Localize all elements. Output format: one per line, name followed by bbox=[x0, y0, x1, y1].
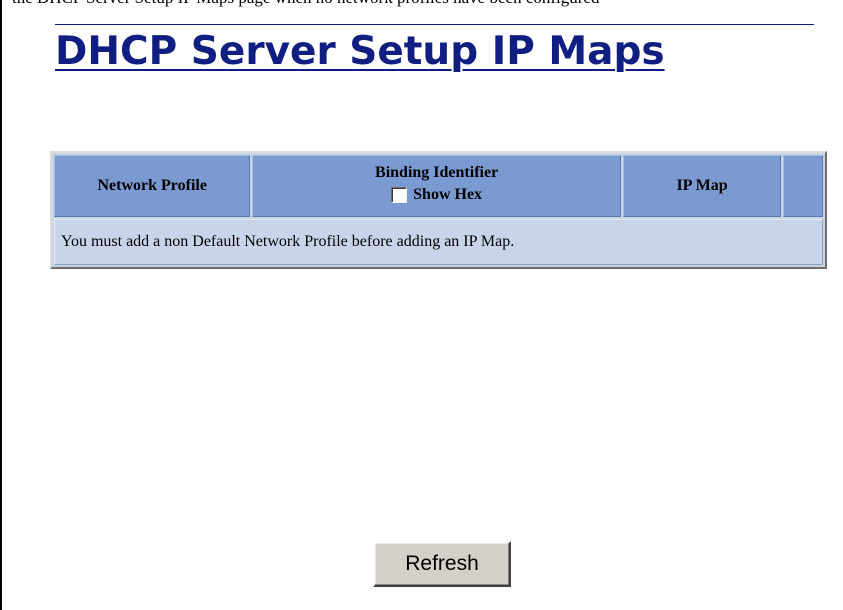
show-hex-label: Show Hex bbox=[413, 186, 483, 203]
no-profile-message: You must add a non Default Network Profi… bbox=[54, 219, 823, 265]
page: the DHCP Server Setup IP Maps page when … bbox=[0, 0, 843, 610]
title-rule bbox=[55, 24, 814, 25]
ip-map-table: Network Profile Binding Identifier Show … bbox=[50, 151, 827, 269]
header-binding-identifier: Binding Identifier Show Hex bbox=[252, 155, 621, 217]
header-ip-map: IP Map bbox=[622, 155, 782, 217]
table-header-row: Network Profile Binding Identifier Show … bbox=[54, 155, 823, 217]
top-text-strip: the DHCP Server Setup IP Maps page when … bbox=[2, 0, 843, 9]
header-network-profile: Network Profile bbox=[54, 155, 251, 217]
refresh-button[interactable]: Refresh bbox=[373, 541, 511, 587]
header-binding-identifier-label: Binding Identifier bbox=[375, 164, 499, 181]
top-text: the DHCP Server Setup IP Maps page when … bbox=[12, 0, 599, 8]
show-hex-checkbox[interactable] bbox=[391, 187, 408, 203]
page-title: DHCP Server Setup IP Maps bbox=[55, 29, 665, 74]
table-row: You must add a non Default Network Profi… bbox=[54, 219, 823, 265]
show-hex-toggle[interactable]: Show Hex bbox=[391, 185, 482, 205]
header-empty bbox=[783, 155, 823, 217]
